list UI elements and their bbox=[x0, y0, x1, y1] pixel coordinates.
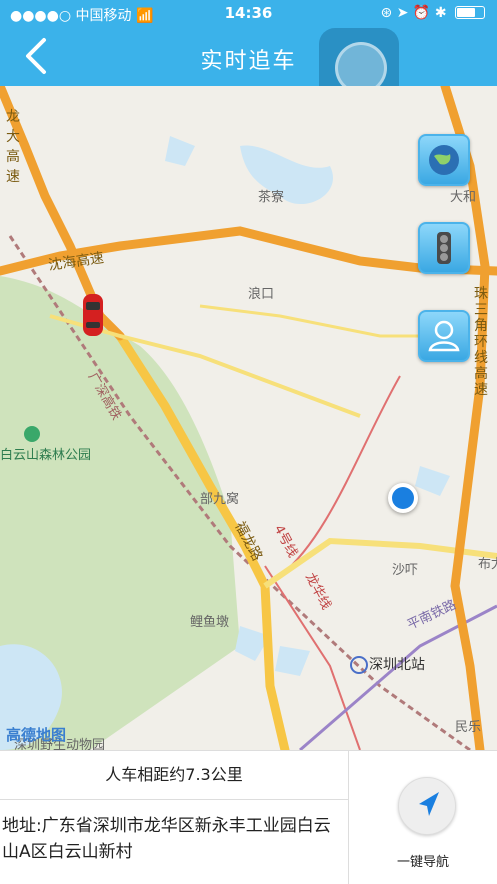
address-text: 地址:广东省深圳市龙华区新永丰工业园白云山A区白云山新村 bbox=[2, 816, 331, 862]
traffic-layer-button[interactable] bbox=[418, 222, 470, 274]
user-location-dot bbox=[388, 483, 418, 513]
park-pin-icon bbox=[24, 426, 40, 442]
person-icon bbox=[428, 320, 460, 352]
map-label-dahe: 大和 bbox=[450, 190, 477, 205]
globe-icon bbox=[429, 145, 459, 175]
station-icon bbox=[350, 656, 368, 674]
lock-rotation-icon: ⊛ bbox=[380, 5, 393, 21]
page-title: 实时追车 bbox=[200, 49, 297, 74]
status-icons: ⊛ ➤ ⏰ ✱ bbox=[381, 5, 485, 21]
car-marker[interactable] bbox=[80, 292, 106, 338]
map-label-shaxia: 沙吓 bbox=[392, 563, 419, 578]
car-icon bbox=[83, 294, 103, 336]
map-label-liyudun: 鲤鱼墩 bbox=[190, 615, 230, 630]
alarm-icon: ⏰ bbox=[412, 5, 431, 21]
battery-icon bbox=[455, 6, 485, 19]
info-panel: 人车相距约7.3公里 地址:广东省深圳市龙华区新永丰工业园白云山A区白云山新村 … bbox=[0, 750, 497, 884]
navigate-label[interactable]: 一键导航 bbox=[349, 851, 497, 870]
map-label-longda-highway: 龙大高速 bbox=[6, 109, 20, 185]
status-bar: ●●●●○ 中国移动 📶 14:36 ⊛ ➤ ⏰ ✱ bbox=[0, 0, 497, 28]
map-label-baiyunshan-park: 白云山森林公园 bbox=[0, 448, 92, 463]
navigation-arrow-icon bbox=[419, 792, 439, 816]
amap-logo: 高德地图 bbox=[6, 726, 67, 744]
map-label-shenzhen-north: 深圳北站 bbox=[369, 657, 425, 673]
nav-bar: 实时追车 bbox=[0, 28, 497, 110]
distance-text: 人车相距约7.3公里 bbox=[0, 751, 348, 800]
satellite-layer-button[interactable] bbox=[418, 134, 470, 186]
map-view[interactable]: 龙大高速 茶寮 大和 沈海高速 浪口 珠三角环线高速 广深高铁 白云山森林公园 … bbox=[0, 86, 497, 750]
user-location-button[interactable] bbox=[418, 310, 470, 362]
bluetooth-icon: ✱ bbox=[434, 5, 447, 21]
navigate-button[interactable] bbox=[398, 777, 456, 835]
map-label-bu: 布尤 bbox=[478, 557, 497, 572]
map-label-bujiuwo: 部九窝 bbox=[200, 492, 240, 507]
map-label-chaliao: 茶寮 bbox=[258, 190, 285, 205]
traffic-light-icon bbox=[437, 232, 451, 264]
map-label-langkou: 浪口 bbox=[248, 287, 275, 302]
map-label-zhusanjiao-ring: 珠三角环线高速 bbox=[474, 286, 488, 398]
map-label-minle: 民乐 bbox=[455, 720, 482, 735]
location-icon: ➤ bbox=[396, 5, 409, 21]
